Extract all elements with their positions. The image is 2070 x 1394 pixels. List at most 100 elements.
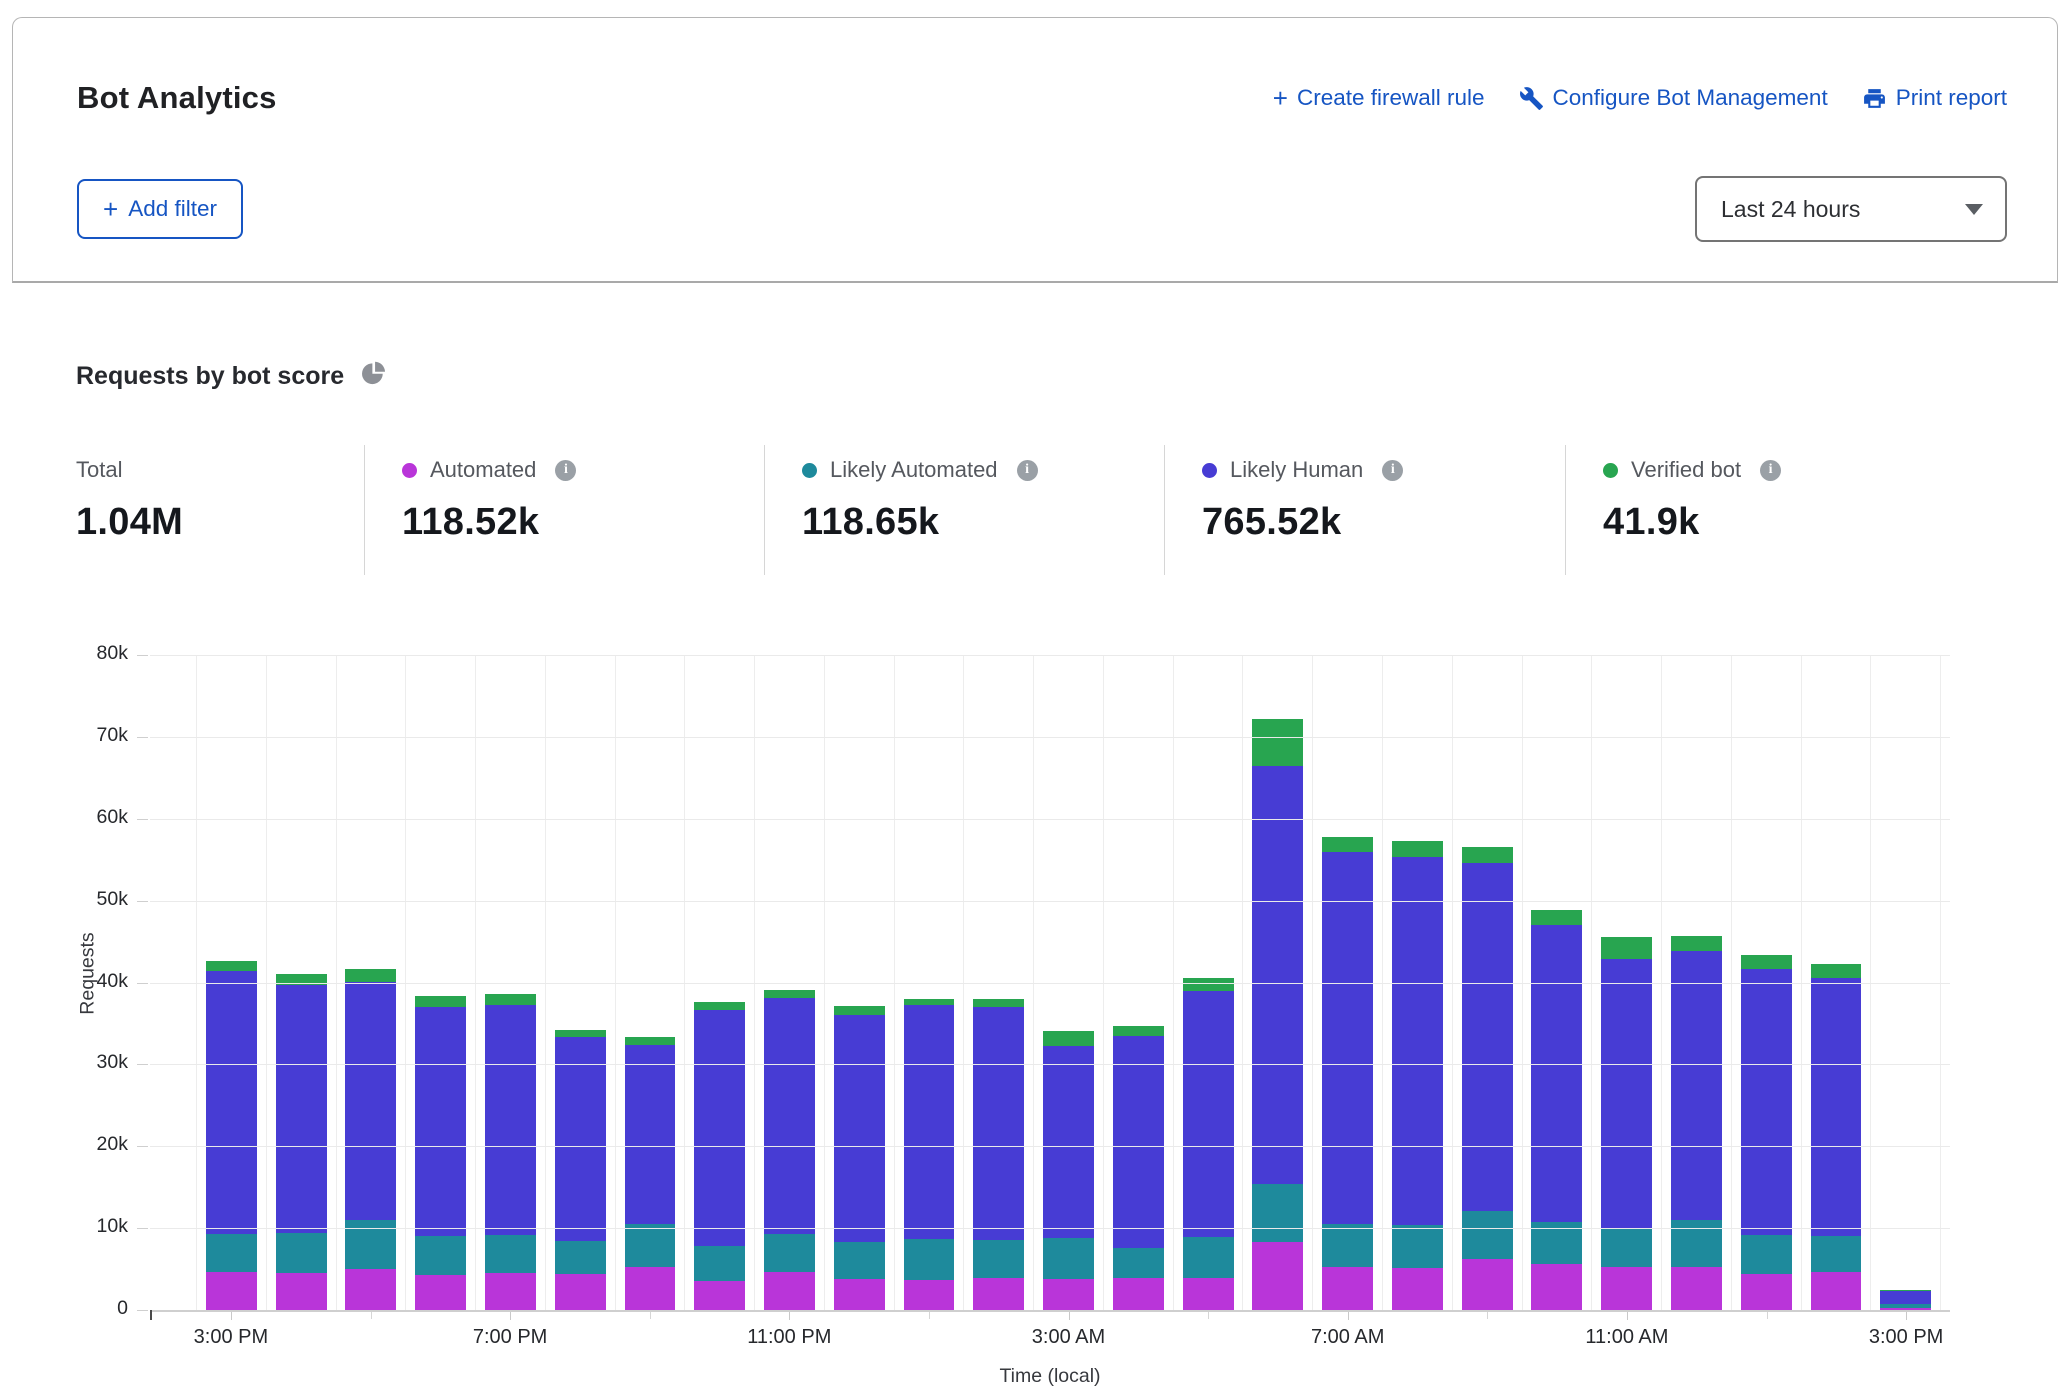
bar-segment-verified-bot[interactable] — [555, 1030, 606, 1037]
bar-segment-likely-human[interactable] — [206, 971, 257, 1234]
bar-segment-likely-automated[interactable] — [973, 1240, 1024, 1278]
bar-segment-likely-automated[interactable] — [625, 1224, 676, 1267]
bar-segment-automated[interactable] — [1601, 1267, 1652, 1310]
bar-segment-likely-automated[interactable] — [904, 1239, 955, 1280]
bar-segment-likely-human[interactable] — [1601, 959, 1652, 1228]
bar-segment-verified-bot[interactable] — [625, 1037, 676, 1045]
bar-segment-likely-human[interactable] — [1880, 1290, 1931, 1304]
bar-segment-automated[interactable] — [1531, 1264, 1582, 1310]
bar-segment-likely-human[interactable] — [415, 1007, 466, 1236]
bar-segment-likely-automated[interactable] — [1880, 1304, 1931, 1307]
bar-segment-likely-automated[interactable] — [485, 1235, 536, 1273]
bar-segment-verified-bot[interactable] — [1113, 1026, 1164, 1036]
info-icon[interactable]: i — [1760, 460, 1781, 481]
bar-segment-automated[interactable] — [555, 1274, 606, 1310]
bar-segment-likely-automated[interactable] — [1601, 1228, 1652, 1266]
bar-segment-likely-automated[interactable] — [206, 1234, 257, 1272]
bar-segment-likely-human[interactable] — [904, 1005, 955, 1238]
bar-segment-likely-human[interactable] — [1113, 1036, 1164, 1248]
bar-segment-verified-bot[interactable] — [764, 990, 815, 998]
bar-segment-verified-bot[interactable] — [1252, 719, 1303, 766]
bar-segment-verified-bot[interactable] — [1601, 937, 1652, 958]
bar-segment-likely-human[interactable] — [1043, 1046, 1094, 1238]
bar-segment-verified-bot[interactable] — [1462, 847, 1513, 863]
bar-segment-likely-human[interactable] — [1462, 863, 1513, 1211]
info-icon[interactable]: i — [555, 460, 576, 481]
bar-segment-likely-human[interactable] — [345, 982, 396, 1220]
bar-segment-likely-automated[interactable] — [1741, 1235, 1792, 1274]
bar-segment-automated[interactable] — [1880, 1308, 1931, 1310]
bar-segment-likely-automated[interactable] — [1113, 1248, 1164, 1278]
bar-segment-automated[interactable] — [1252, 1242, 1303, 1310]
bar-segment-verified-bot[interactable] — [1322, 837, 1373, 852]
bar-segment-likely-human[interactable] — [764, 998, 815, 1234]
bar-segment-likely-human[interactable] — [1531, 925, 1582, 1222]
bar-segment-automated[interactable] — [1392, 1268, 1443, 1310]
bar-segment-likely-automated[interactable] — [555, 1241, 606, 1274]
bar-segment-likely-automated[interactable] — [1671, 1220, 1722, 1267]
bar-segment-likely-automated[interactable] — [1392, 1225, 1443, 1268]
bar-segment-verified-bot[interactable] — [1880, 1290, 1931, 1291]
bar-segment-verified-bot[interactable] — [1671, 936, 1722, 952]
bar-segment-likely-human[interactable] — [1183, 991, 1234, 1237]
bar-segment-likely-automated[interactable] — [1462, 1211, 1513, 1259]
bar-segment-likely-human[interactable] — [1252, 766, 1303, 1184]
bar-segment-likely-automated[interactable] — [1252, 1184, 1303, 1242]
bar-segment-automated[interactable] — [415, 1275, 466, 1310]
bar-segment-automated[interactable] — [1462, 1259, 1513, 1310]
bar-segment-likely-human[interactable] — [973, 1007, 1024, 1240]
bar-segment-verified-bot[interactable] — [1741, 955, 1792, 969]
bar-segment-verified-bot[interactable] — [1183, 978, 1234, 990]
bar-segment-likely-automated[interactable] — [764, 1234, 815, 1272]
info-icon[interactable]: i — [1382, 460, 1403, 481]
bar-segment-likely-automated[interactable] — [694, 1246, 745, 1280]
bar-segment-verified-bot[interactable] — [206, 961, 257, 971]
bar-segment-automated[interactable] — [276, 1273, 327, 1310]
bar-segment-automated[interactable] — [1322, 1267, 1373, 1310]
bar-segment-verified-bot[interactable] — [1043, 1031, 1094, 1046]
create-firewall-rule-link[interactable]: + Create firewall rule — [1273, 85, 1485, 111]
configure-bot-management-link[interactable]: Configure Bot Management — [1519, 85, 1828, 111]
bar-segment-likely-human[interactable] — [625, 1045, 676, 1224]
bar-segment-automated[interactable] — [973, 1278, 1024, 1310]
bar-segment-verified-bot[interactable] — [345, 969, 396, 981]
bar-segment-verified-bot[interactable] — [1392, 841, 1443, 857]
bar-segment-likely-automated[interactable] — [415, 1236, 466, 1274]
bar-segment-automated[interactable] — [1671, 1267, 1722, 1310]
bar-segment-automated[interactable] — [206, 1272, 257, 1310]
bar-segment-likely-human[interactable] — [834, 1015, 885, 1242]
bar-segment-likely-human[interactable] — [1671, 951, 1722, 1220]
bar-segment-likely-automated[interactable] — [1322, 1224, 1373, 1267]
bar-segment-automated[interactable] — [1043, 1279, 1094, 1310]
bar-segment-verified-bot[interactable] — [485, 994, 536, 1005]
bar-segment-likely-human[interactable] — [1392, 857, 1443, 1225]
bar-segment-likely-automated[interactable] — [834, 1242, 885, 1279]
time-range-select[interactable]: Last 24 hours — [1695, 176, 2007, 242]
bar-segment-automated[interactable] — [625, 1267, 676, 1310]
bar-segment-verified-bot[interactable] — [1811, 964, 1862, 979]
bar-segment-automated[interactable] — [694, 1281, 745, 1310]
bar-segment-likely-human[interactable] — [555, 1037, 606, 1241]
bar-segment-automated[interactable] — [834, 1279, 885, 1310]
bar-segment-automated[interactable] — [764, 1272, 815, 1310]
bar-segment-verified-bot[interactable] — [904, 999, 955, 1006]
bar-segment-automated[interactable] — [1113, 1278, 1164, 1310]
print-report-link[interactable]: Print report — [1862, 85, 2007, 111]
bar-segment-automated[interactable] — [1183, 1278, 1234, 1310]
bar-segment-likely-human[interactable] — [1741, 969, 1792, 1235]
bar-segment-likely-human[interactable] — [1811, 978, 1862, 1236]
bar-segment-automated[interactable] — [904, 1280, 955, 1310]
bar-segment-automated[interactable] — [1741, 1274, 1792, 1310]
bar-segment-automated[interactable] — [1811, 1272, 1862, 1310]
bar-segment-likely-automated[interactable] — [1183, 1237, 1234, 1278]
bar-segment-verified-bot[interactable] — [415, 996, 466, 1007]
bar-segment-likely-automated[interactable] — [276, 1233, 327, 1273]
bar-segment-verified-bot[interactable] — [1531, 910, 1582, 926]
add-filter-button[interactable]: + Add filter — [77, 179, 243, 239]
bar-segment-likely-human[interactable] — [276, 985, 327, 1233]
bar-segment-likely-automated[interactable] — [1811, 1236, 1862, 1272]
bar-segment-likely-human[interactable] — [485, 1005, 536, 1235]
bar-segment-verified-bot[interactable] — [973, 999, 1024, 1007]
info-icon[interactable]: i — [1017, 460, 1038, 481]
bar-segment-likely-human[interactable] — [694, 1010, 745, 1246]
